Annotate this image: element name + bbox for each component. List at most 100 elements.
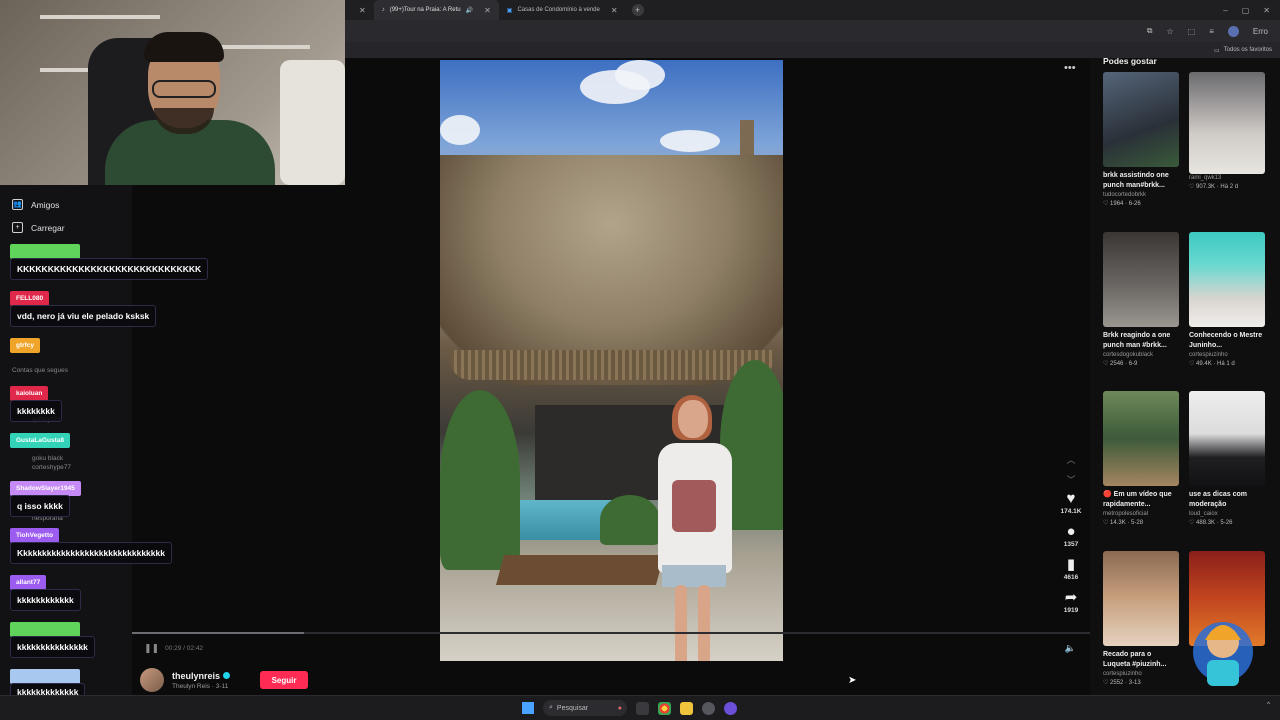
wooden-deck: [495, 555, 665, 585]
streamer-glasses: [152, 80, 216, 98]
author-handle[interactable]: theulynreis: [172, 670, 231, 681]
tab-label: (99+)Tour na Praia: A Retu: [389, 7, 461, 13]
card-title: 🔴 Em um vídeo que rapidamente...: [1103, 491, 1172, 508]
tray-chevron-icon[interactable]: ^: [1267, 702, 1270, 708]
comment-icon[interactable]: ●: [1066, 523, 1075, 541]
video-timecode: 00:29 / 02:42: [165, 644, 204, 652]
chat-message: Kkkkkkkkkkkkkkkkkkkkkkkkkkkkkkk: [10, 542, 172, 564]
recommendation-card[interactable]: brkk assistindo one punch man#brkk... tu…: [1103, 72, 1179, 207]
author-handle-text: theulynreis: [172, 670, 221, 681]
card-stats: ♡ 2546 · 6-9: [1103, 361, 1138, 367]
chat-message: KKKKKKKKKKKKKKKKKKKKKKKKKKKKKK: [10, 258, 209, 280]
card-stats: ♡ 907.3K · Há 2 d: [1189, 184, 1239, 190]
profile-label[interactable]: Erro: [1253, 27, 1268, 36]
windows-taskbar: ⌕ Pesquisar ● ^: [0, 695, 1280, 720]
settings-icon[interactable]: [702, 701, 715, 715]
player-controls: ❚❚ 00:29 / 02:42 🔈: [132, 640, 1090, 656]
thumbnail: [1189, 391, 1265, 486]
close-icon[interactable]: ✕: [359, 6, 366, 15]
extensions-icon[interactable]: ⬚: [1188, 27, 1196, 36]
tab-tiktok[interactable]: ♪ (99+)Tour na Praia: A Retu 🔊 ✕: [373, 0, 499, 20]
share-icon[interactable]: ➦: [1065, 589, 1078, 607]
chat-username: TiohVegetto: [10, 528, 60, 543]
card-author: cortespiuzinho: [1189, 352, 1228, 358]
taskbar-apps: ⌕ Pesquisar ●: [522, 700, 737, 716]
thumbnail: [1189, 72, 1265, 174]
browser-toolbar: ⧉ ☆ ⬚ ≡ Erro: [345, 20, 1280, 42]
discord-icon[interactable]: [724, 701, 737, 715]
thumbnail: [1189, 232, 1265, 327]
account-link[interactable]: corteshype77: [32, 464, 71, 471]
following-accounts-label: Contas que segues: [12, 367, 69, 374]
friends-icon: 👥: [12, 199, 23, 210]
verified-icon: [223, 671, 231, 679]
task-view-icon[interactable]: [636, 701, 649, 715]
close-icon[interactable]: ✕: [611, 6, 618, 15]
taskbar-search[interactable]: ⌕ Pesquisar ●: [543, 700, 627, 716]
recommendation-card[interactable]: rami_qwk13 ♡ 907.3K · Há 2 d: [1189, 72, 1265, 190]
card-author: metropolesoficial: [1103, 511, 1149, 517]
plant: [440, 390, 520, 570]
chat-username: ShadowSlayer1945: [10, 481, 81, 496]
tab-close-previous[interactable]: ✕: [345, 0, 374, 20]
thumbnail: [1103, 391, 1179, 486]
author-avatar[interactable]: [140, 668, 164, 692]
file-explorer-icon[interactable]: [680, 701, 693, 715]
comments-count: 1357: [1063, 541, 1079, 548]
chat-message: kkkkkkkk: [10, 400, 62, 422]
card-title: brkk assistindo one punch man#brkk...: [1103, 172, 1169, 189]
card-title: Conhecendo o Mestre Juninho...: [1189, 332, 1263, 349]
shelf: [40, 15, 160, 19]
screen: ✕ ♪ (99+)Tour na Praia: A Retu 🔊 ✕ ▣ Cas…: [0, 0, 1280, 720]
girl-face: [678, 400, 708, 438]
close-window-icon[interactable]: ✕: [1263, 6, 1270, 15]
chat-username: kaioluan: [10, 386, 49, 401]
windows-start-icon[interactable]: [522, 702, 534, 714]
more-options-icon[interactable]: •••: [1064, 62, 1076, 74]
maximize-icon[interactable]: ▢: [1242, 6, 1250, 15]
heart-icon[interactable]: ♥: [1067, 490, 1076, 508]
chrome-icon[interactable]: [658, 701, 671, 715]
upload-icon: +: [12, 222, 23, 233]
video-progress-bar[interactable]: [132, 632, 1090, 634]
profile-avatar[interactable]: [1227, 25, 1239, 37]
card-author: loud_caiox: [1189, 511, 1218, 517]
search-highlight-icon: ●: [617, 704, 622, 712]
search-placeholder: Pesquisar: [556, 704, 589, 712]
follow-button[interactable]: Seguir: [260, 671, 309, 689]
recommendation-card[interactable]: 🔴 Em um vídeo que rapidamente... metropo…: [1103, 391, 1179, 526]
previous-video-icon[interactable]: ︿: [1066, 450, 1075, 470]
streamer-logo-watermark: [1165, 590, 1275, 700]
minimize-icon[interactable]: –: [1223, 6, 1227, 15]
likes-count: 174.1K: [1060, 508, 1082, 515]
shelf: [220, 45, 310, 49]
cloud: [615, 60, 665, 90]
volume-icon[interactable]: 🔈: [1065, 643, 1076, 654]
account-link[interactable]: goku black: [32, 455, 63, 462]
girl-skirt: [662, 565, 726, 587]
tab-condominio[interactable]: ▣ Casas de Condomínio à vende ✕: [499, 0, 626, 20]
mouse-cursor-icon: ➤: [848, 675, 857, 686]
close-icon[interactable]: ✕: [484, 6, 491, 15]
next-video-icon[interactable]: ﹀: [1066, 470, 1075, 490]
pause-icon[interactable]: ❚❚: [144, 643, 159, 654]
video-player[interactable]: [440, 60, 783, 661]
shirt-print: [672, 480, 716, 532]
recommendation-card[interactable]: Brkk reagindo a one punch man #brkk... c…: [1103, 232, 1179, 367]
new-tab-button[interactable]: +: [631, 4, 644, 16]
all-bookmarks-link[interactable]: Todos os favoritos: [1224, 47, 1272, 53]
cast-icon[interactable]: ⧉: [1147, 26, 1153, 36]
chat-message: kkkkkkkkkkkkkkk: [10, 636, 95, 658]
window-controls: – ▢ ✕: [1223, 6, 1280, 15]
chat-username: [10, 244, 80, 259]
sidebar-item-amigos[interactable]: 👥 Amigos: [12, 199, 59, 210]
star-icon[interactable]: ☆: [1166, 27, 1173, 36]
recommendation-card[interactable]: Conhecendo o Mestre Juninho... cortespiu…: [1189, 232, 1265, 367]
recommendation-card[interactable]: use as dicas com moderação loud_caiox ♡ …: [1189, 391, 1265, 526]
bookmark-icon[interactable]: ▮: [1067, 556, 1075, 574]
speaker-icon[interactable]: 🔊: [466, 7, 473, 14]
sidebar-item-carregar[interactable]: + Carregar: [12, 222, 65, 233]
media-icon[interactable]: ≡: [1209, 27, 1214, 36]
chat-message: q isso kkkk: [10, 495, 70, 517]
chat-username: gtrfcy: [10, 338, 41, 353]
